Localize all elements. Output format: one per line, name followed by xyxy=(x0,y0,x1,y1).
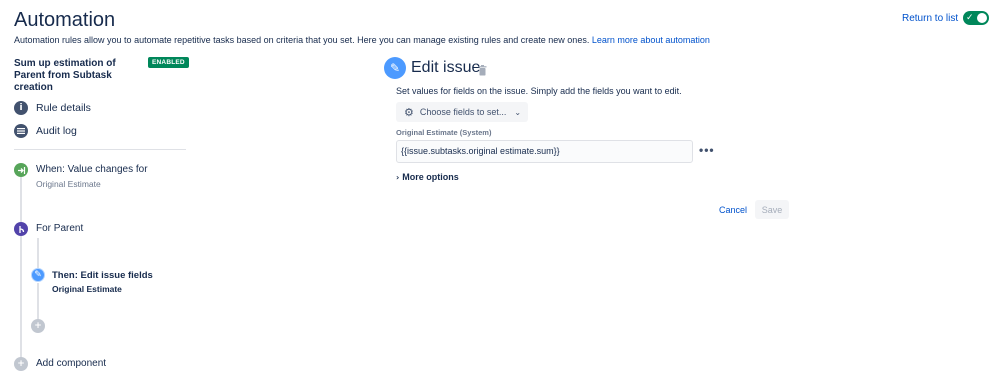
nav-audit-log-label: Audit log xyxy=(36,125,77,137)
info-icon: i xyxy=(14,101,28,115)
choose-fields-label: Choose fields to set... xyxy=(419,107,507,117)
trigger-icon xyxy=(14,163,28,177)
branch-connector xyxy=(37,283,39,319)
trigger-title[interactable]: When: Value changes for xyxy=(36,164,148,175)
panel-description: Set values for fields on the issue. Simp… xyxy=(396,86,682,96)
rule-name: Sum up estimation of Parent from Subtask… xyxy=(14,58,116,93)
toggle-knob xyxy=(977,13,987,23)
pencil-icon: ✎ xyxy=(31,268,45,282)
gear-icon: ⚙ xyxy=(404,105,414,119)
nav-audit-log[interactable]: Audit log xyxy=(14,124,77,138)
nav-rule-details[interactable]: i Rule details xyxy=(14,101,91,115)
trigger-subtitle: Original Estimate xyxy=(36,179,101,189)
original-estimate-input[interactable]: {{issue.subtasks.original estimate.sum}} xyxy=(396,140,693,163)
return-to-list-link[interactable]: Return to list xyxy=(902,13,958,24)
cancel-button[interactable]: Cancel xyxy=(716,201,750,219)
trash-icon[interactable] xyxy=(478,63,487,76)
branch-icon xyxy=(14,222,28,236)
description-text: Automation rules allow you to automate r… xyxy=(14,35,590,45)
more-options-toggle[interactable]: › More options xyxy=(396,172,459,182)
check-icon: ✓ xyxy=(966,13,974,23)
flow-connector xyxy=(20,236,22,358)
branch-connector xyxy=(37,238,39,268)
save-button[interactable]: Save xyxy=(755,200,789,219)
action-subtitle: Original Estimate xyxy=(52,284,122,294)
list-icon xyxy=(14,124,28,138)
more-options-label: More options xyxy=(402,172,459,182)
flow-connector xyxy=(20,177,22,222)
rule-enabled-toggle[interactable]: ✓ xyxy=(963,11,989,25)
chevron-right-icon: › xyxy=(396,173,400,182)
more-actions-icon[interactable]: ••• xyxy=(699,143,715,157)
action-title[interactable]: Then: Edit issue fields xyxy=(52,270,153,281)
branch-title[interactable]: For Parent xyxy=(36,223,83,234)
pencil-icon: ✎ xyxy=(384,57,406,79)
plus-icon: + xyxy=(14,357,28,371)
nav-rule-details-label: Rule details xyxy=(36,102,91,114)
learn-more-link[interactable]: Learn more about automation xyxy=(592,35,710,45)
field-label: Original Estimate (System) xyxy=(396,128,492,137)
chevron-down-icon: ⌄ xyxy=(514,107,522,117)
nav-divider xyxy=(14,149,186,150)
page-title: Automation xyxy=(14,9,116,31)
status-badge: ENABLED xyxy=(148,57,189,68)
panel-title: Edit issue xyxy=(411,59,481,76)
add-branch-component-button[interactable]: + xyxy=(31,319,45,333)
choose-fields-dropdown[interactable]: ⚙ Choose fields to set... ⌄ xyxy=(396,102,528,122)
add-component-button[interactable]: Add component xyxy=(36,358,106,369)
page-description: Automation rules allow you to automate r… xyxy=(14,35,710,45)
